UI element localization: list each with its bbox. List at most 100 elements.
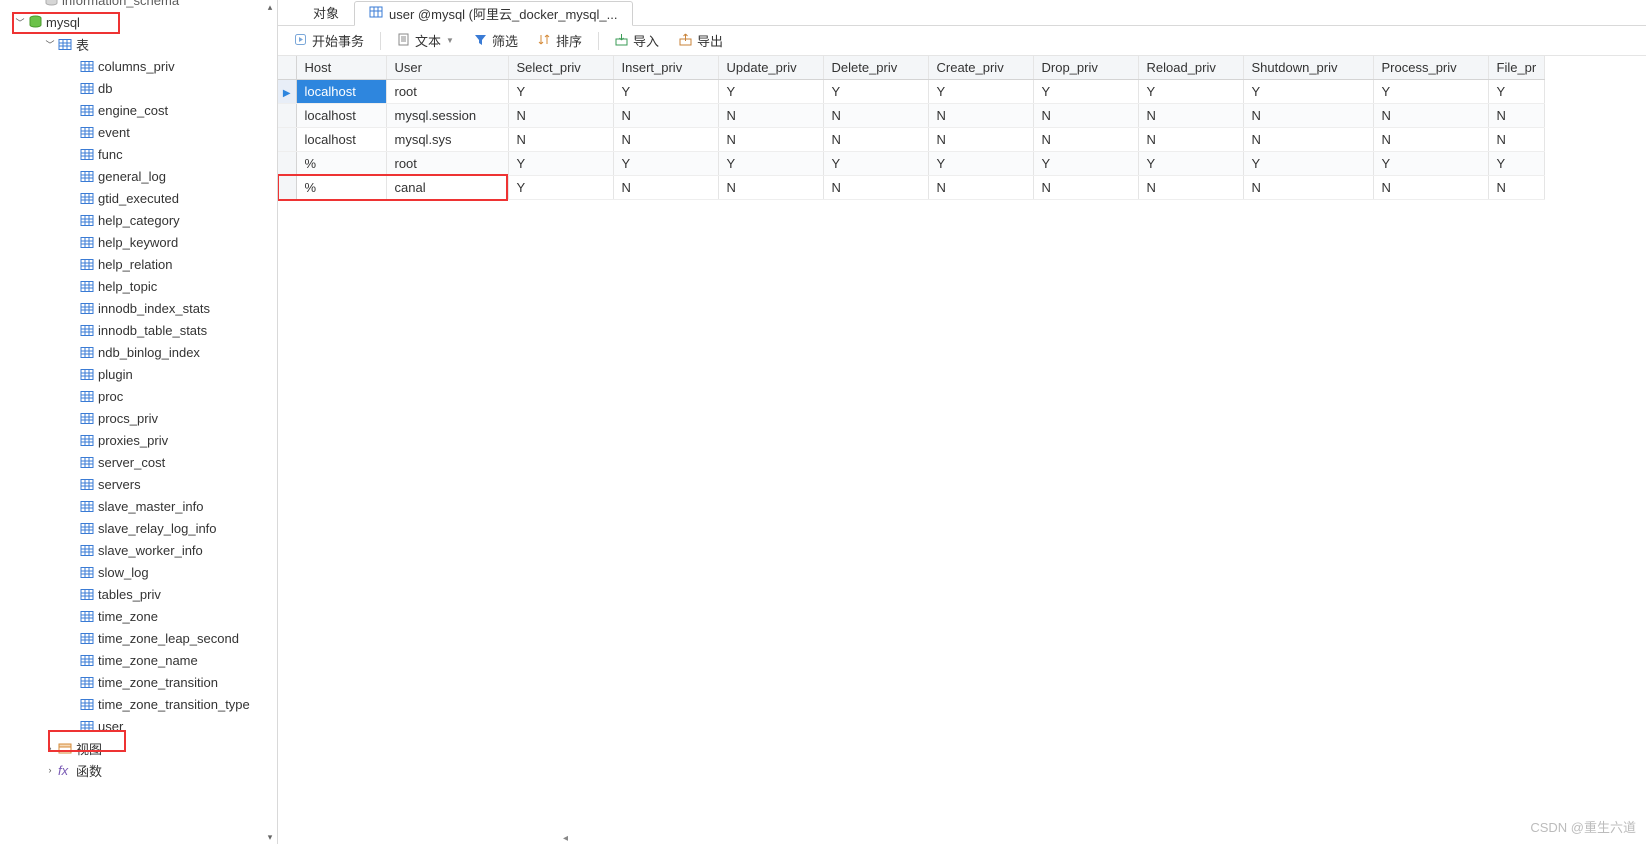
table-time_zone[interactable]: time_zone bbox=[0, 605, 277, 627]
cell-priv[interactable]: Y bbox=[823, 152, 928, 176]
cell-priv[interactable]: N bbox=[1033, 128, 1138, 152]
cell-priv[interactable]: Y bbox=[613, 152, 718, 176]
cell-priv[interactable]: Y bbox=[613, 80, 718, 104]
table-time_zone_leap_second[interactable]: time_zone_leap_second bbox=[0, 627, 277, 649]
table-time_zone_transition_type[interactable]: time_zone_transition_type bbox=[0, 693, 277, 715]
table-func[interactable]: func bbox=[0, 143, 277, 165]
table-time_zone_name[interactable]: time_zone_name bbox=[0, 649, 277, 671]
table-innodb_table_stats[interactable]: innodb_table_stats bbox=[0, 319, 277, 341]
column-header-Create_priv[interactable]: Create_priv bbox=[928, 56, 1033, 80]
table-help_topic[interactable]: help_topic bbox=[0, 275, 277, 297]
cell-priv[interactable]: N bbox=[718, 104, 823, 128]
cell-priv[interactable]: N bbox=[613, 104, 718, 128]
cell-priv[interactable]: N bbox=[718, 128, 823, 152]
column-header-Select_priv[interactable]: Select_priv bbox=[508, 56, 613, 80]
cell-priv[interactable]: Y bbox=[1243, 80, 1373, 104]
column-header-Shutdown_priv[interactable]: Shutdown_priv bbox=[1243, 56, 1373, 80]
table-procs_priv[interactable]: procs_priv bbox=[0, 407, 277, 429]
table-columns_priv[interactable]: columns_priv bbox=[0, 55, 277, 77]
table-slow_log[interactable]: slow_log bbox=[0, 561, 277, 583]
table-help_keyword[interactable]: help_keyword bbox=[0, 231, 277, 253]
column-header-Host[interactable]: Host bbox=[296, 56, 386, 80]
cell-priv[interactable]: Y bbox=[508, 152, 613, 176]
cell-host[interactable]: % bbox=[296, 152, 386, 176]
cell-priv[interactable]: Y bbox=[1033, 80, 1138, 104]
folder-views[interactable]: ›视图 bbox=[0, 737, 277, 759]
cell-priv[interactable]: N bbox=[1373, 104, 1488, 128]
export-button[interactable]: 导出 bbox=[671, 28, 731, 53]
table-server_cost[interactable]: server_cost bbox=[0, 451, 277, 473]
import-button[interactable]: 导入 bbox=[607, 28, 667, 53]
cell-priv[interactable]: N bbox=[1373, 176, 1488, 200]
table-slave_worker_info[interactable]: slave_worker_info bbox=[0, 539, 277, 561]
data-grid-wrap[interactable]: HostUserSelect_privInsert_privUpdate_pri… bbox=[278, 56, 1646, 844]
hscroll-left-icon[interactable]: ◂ bbox=[563, 833, 568, 844]
sort-button[interactable]: 排序 bbox=[530, 28, 590, 53]
cell-user[interactable]: canal bbox=[386, 176, 508, 200]
cell-priv[interactable]: N bbox=[928, 128, 1033, 152]
cell-priv[interactable]: Y bbox=[823, 80, 928, 104]
cell-priv[interactable]: Y bbox=[1138, 152, 1243, 176]
table-innodb_index_stats[interactable]: innodb_index_stats bbox=[0, 297, 277, 319]
table-ndb_binlog_index[interactable]: ndb_binlog_index bbox=[0, 341, 277, 363]
cell-priv[interactable]: Y bbox=[928, 80, 1033, 104]
cell-priv[interactable]: N bbox=[1373, 128, 1488, 152]
table-row[interactable]: localhostmysql.sysNNNNNNNNNN bbox=[278, 128, 1545, 152]
table-slave_master_info[interactable]: slave_master_info bbox=[0, 495, 277, 517]
table-help_relation[interactable]: help_relation bbox=[0, 253, 277, 275]
tree-scroll-down[interactable]: ▾ bbox=[263, 830, 277, 844]
cell-priv[interactable]: N bbox=[613, 176, 718, 200]
table-user[interactable]: user bbox=[0, 715, 277, 737]
cell-priv[interactable]: Y bbox=[1373, 152, 1488, 176]
cell-priv[interactable]: N bbox=[1488, 104, 1545, 128]
column-header-User[interactable]: User bbox=[386, 56, 508, 80]
folder-tables[interactable]: ﹀表 bbox=[0, 33, 277, 55]
cell-priv[interactable]: N bbox=[823, 104, 928, 128]
table-engine_cost[interactable]: engine_cost bbox=[0, 99, 277, 121]
cell-priv[interactable]: Y bbox=[508, 176, 613, 200]
db-information-schema[interactable]: information_schema bbox=[0, 0, 277, 11]
table-row[interactable]: %rootYYYYYYYYYY bbox=[278, 152, 1545, 176]
cell-user[interactable]: root bbox=[386, 80, 508, 104]
cell-priv[interactable]: Y bbox=[718, 80, 823, 104]
tab-user-table[interactable]: user @mysql (阿里云_docker_mysql_... bbox=[354, 1, 632, 26]
table-gtid_executed[interactable]: gtid_executed bbox=[0, 187, 277, 209]
cell-priv[interactable]: N bbox=[1488, 128, 1545, 152]
cell-priv[interactable]: N bbox=[1138, 128, 1243, 152]
cell-user[interactable]: mysql.sys bbox=[386, 128, 508, 152]
begin-transaction-button[interactable]: 开始事务 bbox=[286, 28, 372, 53]
cell-priv[interactable]: Y bbox=[1243, 152, 1373, 176]
cell-priv[interactable]: N bbox=[1138, 176, 1243, 200]
column-header-Process_priv[interactable]: Process_priv bbox=[1373, 56, 1488, 80]
column-header-Reload_priv[interactable]: Reload_priv bbox=[1138, 56, 1243, 80]
cell-priv[interactable]: Y bbox=[1138, 80, 1243, 104]
table-plugin[interactable]: plugin bbox=[0, 363, 277, 385]
filter-button[interactable]: 筛选 bbox=[466, 28, 526, 53]
table-servers[interactable]: servers bbox=[0, 473, 277, 495]
cell-user[interactable]: root bbox=[386, 152, 508, 176]
cell-priv[interactable]: Y bbox=[1373, 80, 1488, 104]
table-time_zone_transition[interactable]: time_zone_transition bbox=[0, 671, 277, 693]
cell-priv[interactable]: N bbox=[1243, 128, 1373, 152]
folder-functions[interactable]: ›fx函数 bbox=[0, 759, 277, 781]
column-header-Update_priv[interactable]: Update_priv bbox=[718, 56, 823, 80]
cell-priv[interactable]: N bbox=[1033, 176, 1138, 200]
cell-priv[interactable]: N bbox=[1033, 104, 1138, 128]
column-header-Delete_priv[interactable]: Delete_priv bbox=[823, 56, 928, 80]
cell-priv[interactable]: Y bbox=[1033, 152, 1138, 176]
cell-priv[interactable]: Y bbox=[1488, 80, 1545, 104]
table-help_category[interactable]: help_category bbox=[0, 209, 277, 231]
table-tables_priv[interactable]: tables_priv bbox=[0, 583, 277, 605]
cell-priv[interactable]: N bbox=[823, 128, 928, 152]
column-header-File_pr[interactable]: File_pr bbox=[1488, 56, 1545, 80]
cell-priv[interactable]: N bbox=[1138, 104, 1243, 128]
column-header-Insert_priv[interactable]: Insert_priv bbox=[613, 56, 718, 80]
cell-host[interactable]: % bbox=[296, 176, 386, 200]
cell-priv[interactable]: N bbox=[928, 104, 1033, 128]
cell-host[interactable]: localhost bbox=[296, 128, 386, 152]
table-slave_relay_log_info[interactable]: slave_relay_log_info bbox=[0, 517, 277, 539]
table-general_log[interactable]: general_log bbox=[0, 165, 277, 187]
table-row[interactable]: ▶localhostrootYYYYYYYYYY bbox=[278, 80, 1545, 104]
cell-priv[interactable]: N bbox=[508, 104, 613, 128]
cell-priv[interactable]: N bbox=[1243, 176, 1373, 200]
